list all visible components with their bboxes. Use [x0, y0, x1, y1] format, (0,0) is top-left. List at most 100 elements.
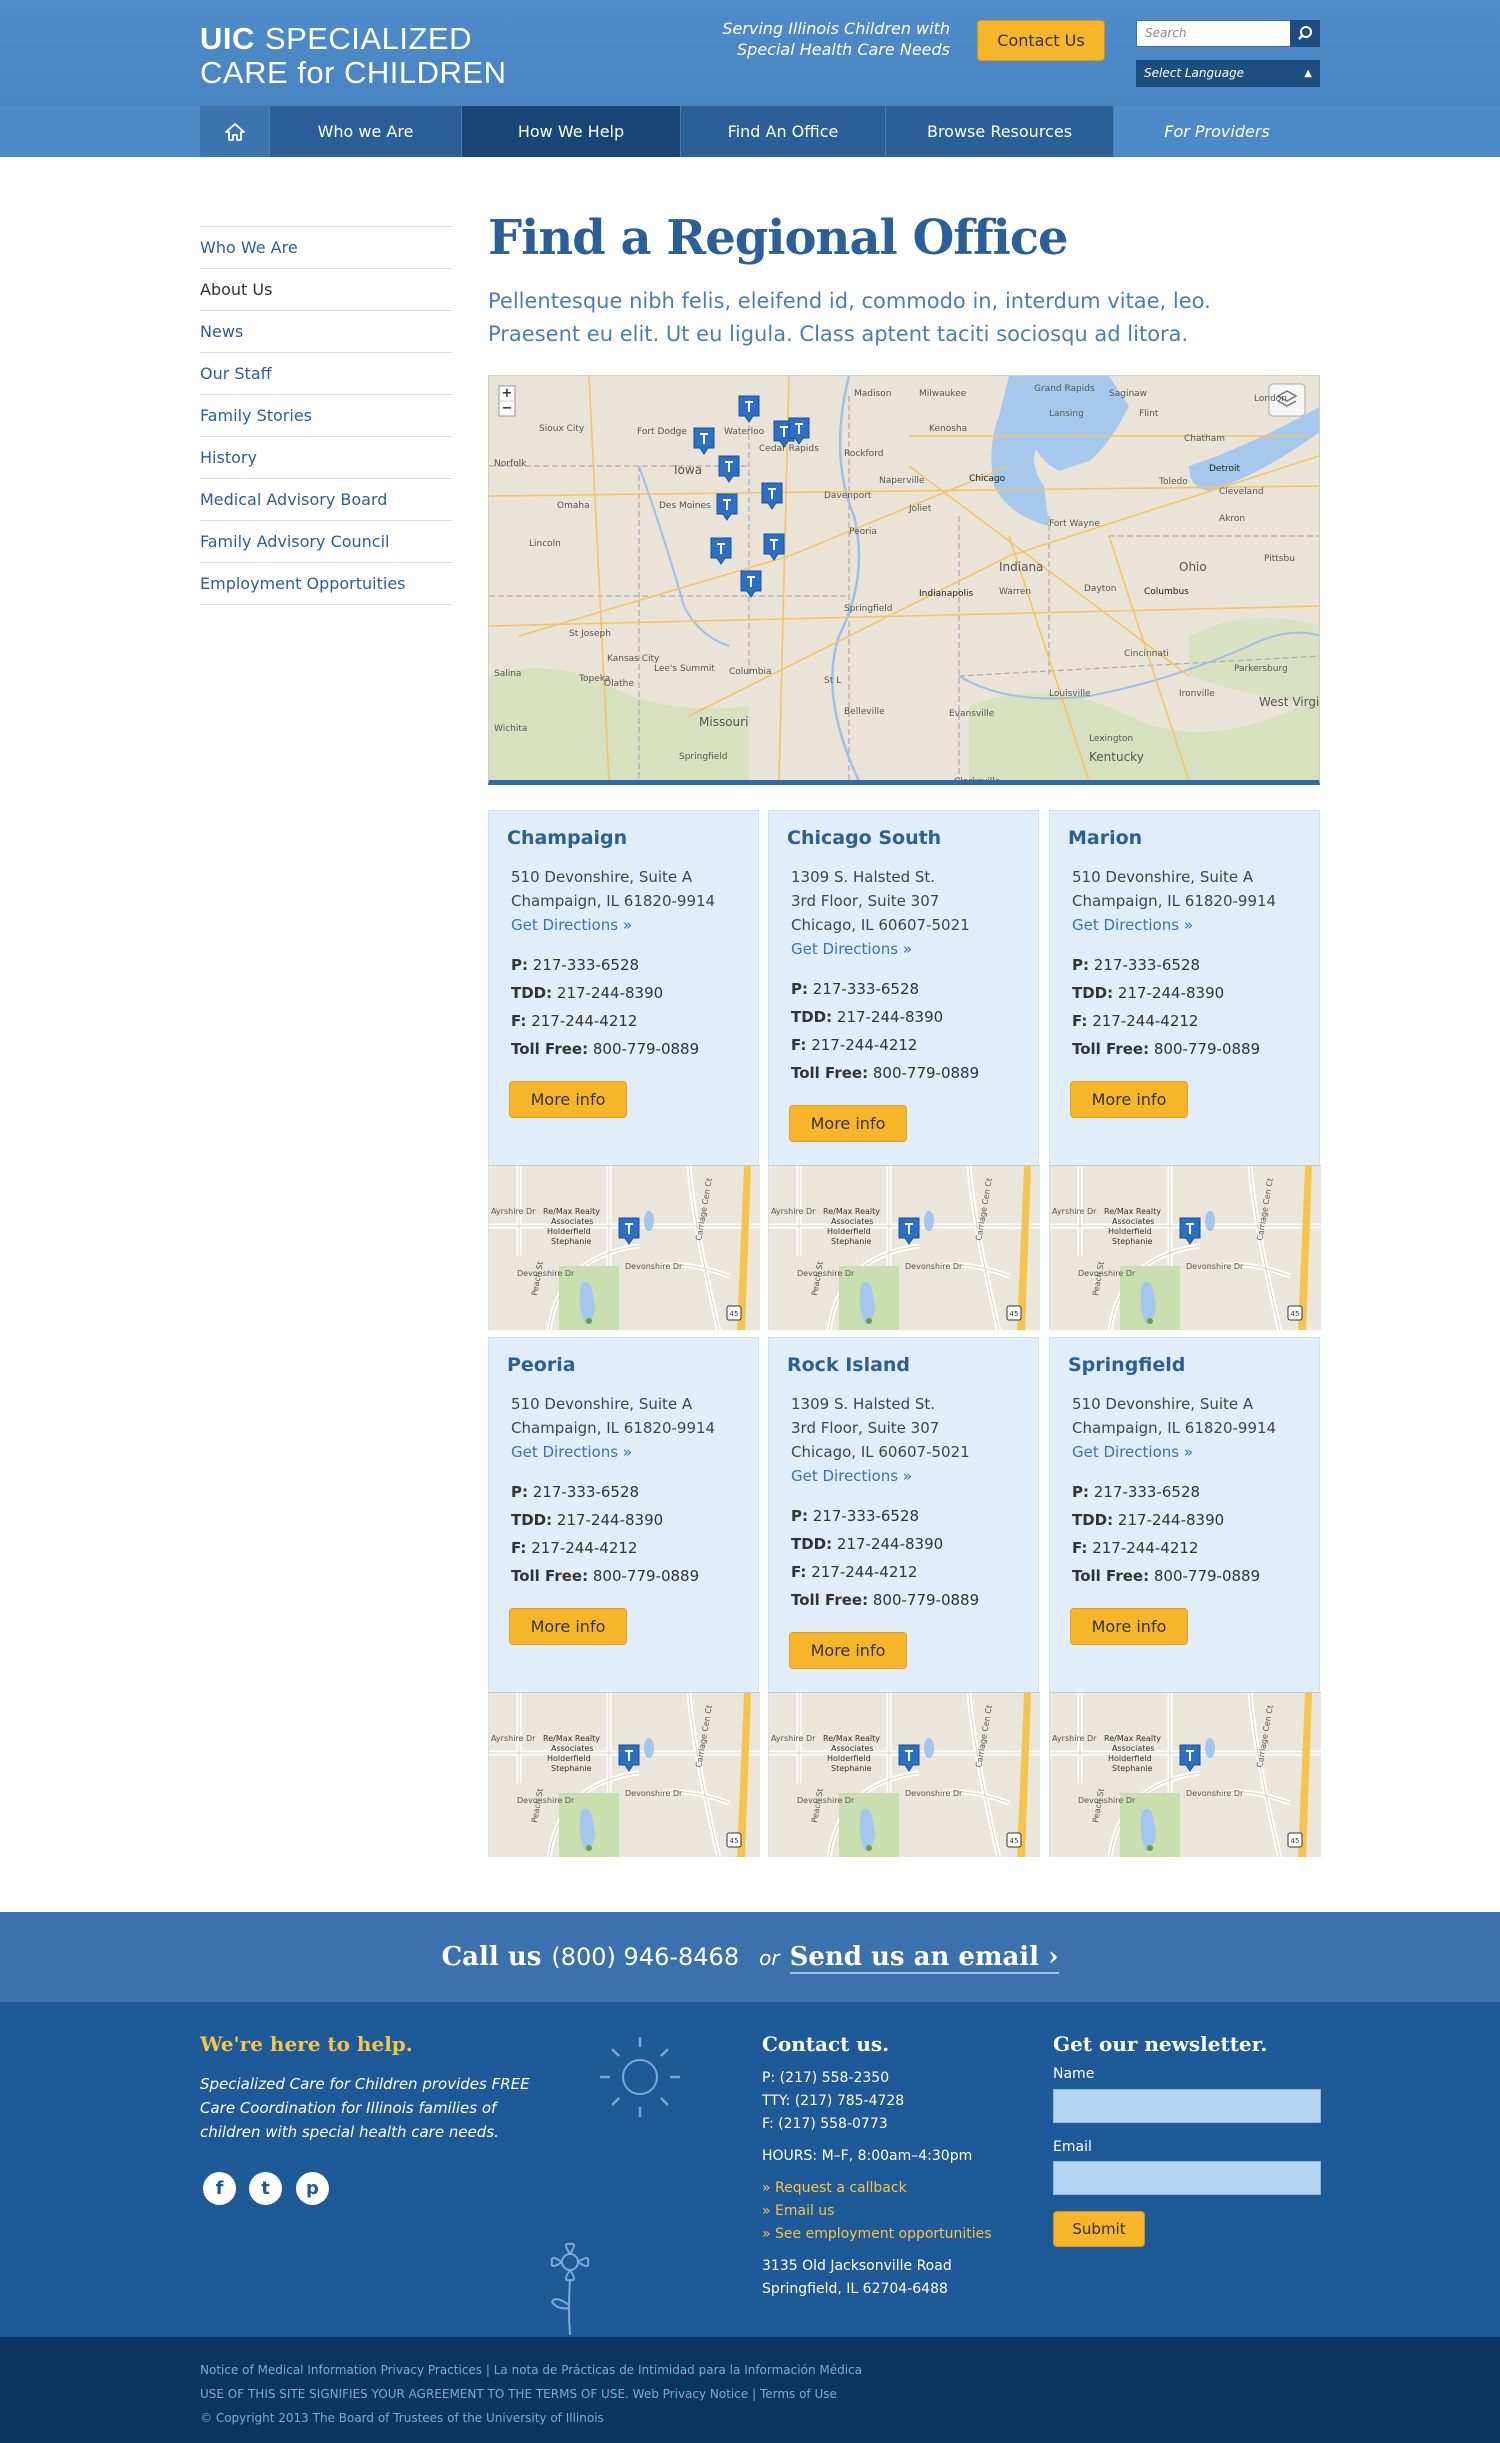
office-mini-map[interactable]: 45 Ayrshire Dr Devonshire Dr Devonshire … [1050, 1692, 1321, 1857]
office-toll-line: Toll Free: 800-779-0889 [791, 1586, 979, 1614]
nav-for-providers[interactable]: For Providers [1114, 106, 1320, 157]
get-directions-link[interactable]: Get Directions » [1072, 1440, 1193, 1464]
office-mini-map[interactable]: 45 Ayrshire Dr Devonshire Dr Devonshire … [489, 1165, 760, 1330]
privacy-practices-spanish-link[interactable]: La nota de Prácticas de Intimidad para l… [494, 2363, 862, 2377]
office-toll-label: Toll Free: [1072, 1040, 1150, 1058]
office-f-label: F: [1072, 1012, 1088, 1030]
get-directions-link[interactable]: Get Directions » [511, 1440, 632, 1464]
poi-label: Stephanie [1112, 1237, 1152, 1246]
regional-map-canvas[interactable]: Madison Milwaukee Grand Rapids Saginaw Lansi… [489, 376, 1320, 781]
zoom-in-button[interactable]: + [499, 386, 515, 401]
highway-shield-label: 45 [1010, 1837, 1019, 1845]
get-directions-link[interactable]: Get Directions » [511, 913, 632, 937]
map-city-label: Springfield [679, 752, 727, 762]
office-mini-map[interactable]: 45 Ayrshire Dr Devonshire Dr Devonshire … [489, 1692, 760, 1857]
map-city-label: Peoria [849, 527, 877, 537]
mini-map-canvas[interactable]: 45 Ayrshire Dr Devonshire Dr Devonshire … [769, 1693, 1040, 1857]
nav-how-we-help[interactable]: How We Help [462, 106, 681, 157]
site-logo[interactable]: UIC SPECIALIZED CARE for CHILDREN [200, 22, 507, 90]
sidebar-item-who-we-are[interactable]: Who We Are [200, 226, 453, 268]
facebook-icon[interactable]: f [203, 2172, 236, 2205]
nav-who-we-are[interactable]: Who we Are [270, 106, 462, 157]
office-address-line: 3rd Floor, Suite 307 [791, 892, 940, 910]
sidebar-item-our-staff[interactable]: Our Staff [200, 352, 453, 394]
sidebar-item-family-stories[interactable]: Family Stories [200, 394, 453, 436]
office-mini-map[interactable]: 45 Ayrshire Dr Devonshire Dr Devonshire … [769, 1692, 1040, 1857]
send-email-link[interactable]: Send us an email › [789, 1942, 1059, 1974]
legal-line2: USE OF THIS SITE SIGNIFIES YOUR AGREEMEN… [200, 2387, 837, 2401]
more-info-button[interactable]: More info [789, 1632, 907, 1669]
employment-opportunities-link[interactable]: » See employment opportunities [762, 2223, 992, 2246]
sidebar-item-family-advisory-council[interactable]: Family Advisory Council [200, 520, 453, 562]
office-tdd-value: 217-244-8390 [556, 1511, 664, 1529]
nav-home[interactable] [200, 106, 270, 157]
pinterest-icon[interactable]: p [296, 2172, 329, 2205]
sidebar-item-news[interactable]: News [200, 310, 453, 352]
newsletter-title: Get our newsletter. [1053, 2032, 1268, 2056]
language-select[interactable]: Select Language ▲ [1136, 60, 1320, 87]
office-address-line: 1309 S. Halsted St. [791, 868, 936, 886]
nav-browse-resources[interactable]: Browse Resources [886, 106, 1114, 157]
map-layers-button[interactable] [1269, 384, 1305, 416]
office-tdd-label: TDD: [791, 1535, 833, 1553]
office-mini-map[interactable]: 45 Ayrshire Dr Devonshire Dr Devonshire … [769, 1165, 1040, 1330]
office-address-line: 1309 S. Halsted St. [791, 1395, 936, 1413]
newsletter-submit-button[interactable]: Submit [1053, 2211, 1145, 2247]
map-city-label: Cleveland [1219, 487, 1264, 497]
office-address-line: 510 Devonshire, Suite A [511, 868, 693, 886]
more-info-button[interactable]: More info [1070, 1081, 1188, 1118]
newsletter-name-input[interactable] [1053, 2089, 1321, 2123]
sidebar-item-about-us[interactable]: About Us [200, 268, 453, 310]
highway-shield-label: 45 [1010, 1310, 1019, 1318]
sidebar-item-history[interactable]: History [200, 436, 453, 478]
office-address-line: 510 Devonshire, Suite A [1072, 1395, 1254, 1413]
privacy-practices-link[interactable]: Notice of Medical Information Privacy Pr… [200, 2363, 482, 2377]
email-us-link[interactable]: » Email us [762, 2200, 834, 2223]
office-f-line: F: 217-244-4212 [1072, 1007, 1198, 1035]
page: UIC SPECIALIZED CARE for CHILDREN Serving… [0, 0, 1500, 2443]
mini-map-canvas[interactable]: 45 Ayrshire Dr Devonshire Dr Devonshire … [489, 1166, 760, 1330]
logo-line2: CARE for CHILDREN [200, 55, 507, 90]
mini-map-canvas[interactable]: 45 Ayrshire Dr Devonshire Dr Devonshire … [489, 1693, 760, 1857]
call-us-number[interactable]: (800) 946-8468 [551, 1943, 739, 1971]
poi-label: Re/Max Realty [1104, 1734, 1161, 1743]
twitter-icon[interactable]: t [249, 2172, 282, 2205]
mini-map-canvas[interactable]: 45 Ayrshire Dr Devonshire Dr Devonshire … [769, 1166, 1040, 1330]
office-f-value: 217-244-4212 [1092, 1012, 1199, 1030]
office-name: Chicago South [787, 827, 942, 849]
more-info-button[interactable]: More info [1070, 1608, 1188, 1645]
get-directions-link[interactable]: Get Directions » [791, 1464, 912, 1488]
sidebar-item-employment-opportunities[interactable]: Employment Opportuities [200, 562, 453, 604]
office-mini-map[interactable]: 45 Ayrshire Dr Devonshire Dr Devonshire … [1050, 1165, 1321, 1330]
office-p-line: P: 217-333-6528 [1072, 1478, 1200, 1506]
get-directions-link[interactable]: Get Directions » [791, 937, 912, 961]
office-toll-label: Toll Free: [1072, 1567, 1150, 1585]
web-privacy-notice-link[interactable]: Web Privacy Notice [633, 2387, 749, 2401]
request-callback-link[interactable]: » Request a callback [762, 2177, 907, 2200]
regional-map[interactable]: Madison Milwaukee Grand Rapids Saginaw Lansi… [488, 375, 1320, 785]
street-label: Devonshire Dr [1078, 1796, 1136, 1805]
more-info-button[interactable]: More info [509, 1081, 627, 1118]
contact-us-button[interactable]: Contact Us [977, 20, 1105, 61]
terms-of-use-link[interactable]: Terms of Use [760, 2387, 837, 2401]
mini-map-canvas[interactable]: 45 Ayrshire Dr Devonshire Dr Devonshire … [1050, 1693, 1321, 1857]
more-info-button[interactable]: More info [789, 1105, 907, 1142]
zoom-out-button[interactable]: − [499, 401, 515, 416]
map-city-label: West Virginia [1259, 695, 1320, 709]
get-directions-link[interactable]: Get Directions » [1072, 913, 1193, 937]
call-bar: Call us (800) 946-8468 or Send us an email … [0, 1912, 1500, 2002]
newsletter-email-input[interactable] [1053, 2161, 1321, 2195]
street-label: Devonshire Dr [1186, 1262, 1244, 1271]
office-tdd-label: TDD: [791, 1008, 833, 1026]
sidebar-item-medical-advisory-board[interactable]: Medical Advisory Board [200, 478, 453, 520]
poi-label: Holderfield [1108, 1227, 1152, 1236]
more-info-button[interactable]: More info [509, 1608, 627, 1645]
map-city-label: Columbia [729, 667, 772, 677]
footer-phone: P: (217) 558-2350 [762, 2070, 890, 2086]
mini-map-canvas[interactable]: 45 Ayrshire Dr Devonshire Dr Devonshire … [1050, 1166, 1321, 1330]
search-button[interactable] [1290, 20, 1320, 47]
office-address-line: Champaign, IL 61820-9914 [1072, 1419, 1277, 1437]
nav-find-an-office[interactable]: Find An Office [681, 106, 886, 157]
office-name: Springfield [1068, 1354, 1186, 1376]
poi-label: Re/Max Realty [823, 1734, 880, 1743]
